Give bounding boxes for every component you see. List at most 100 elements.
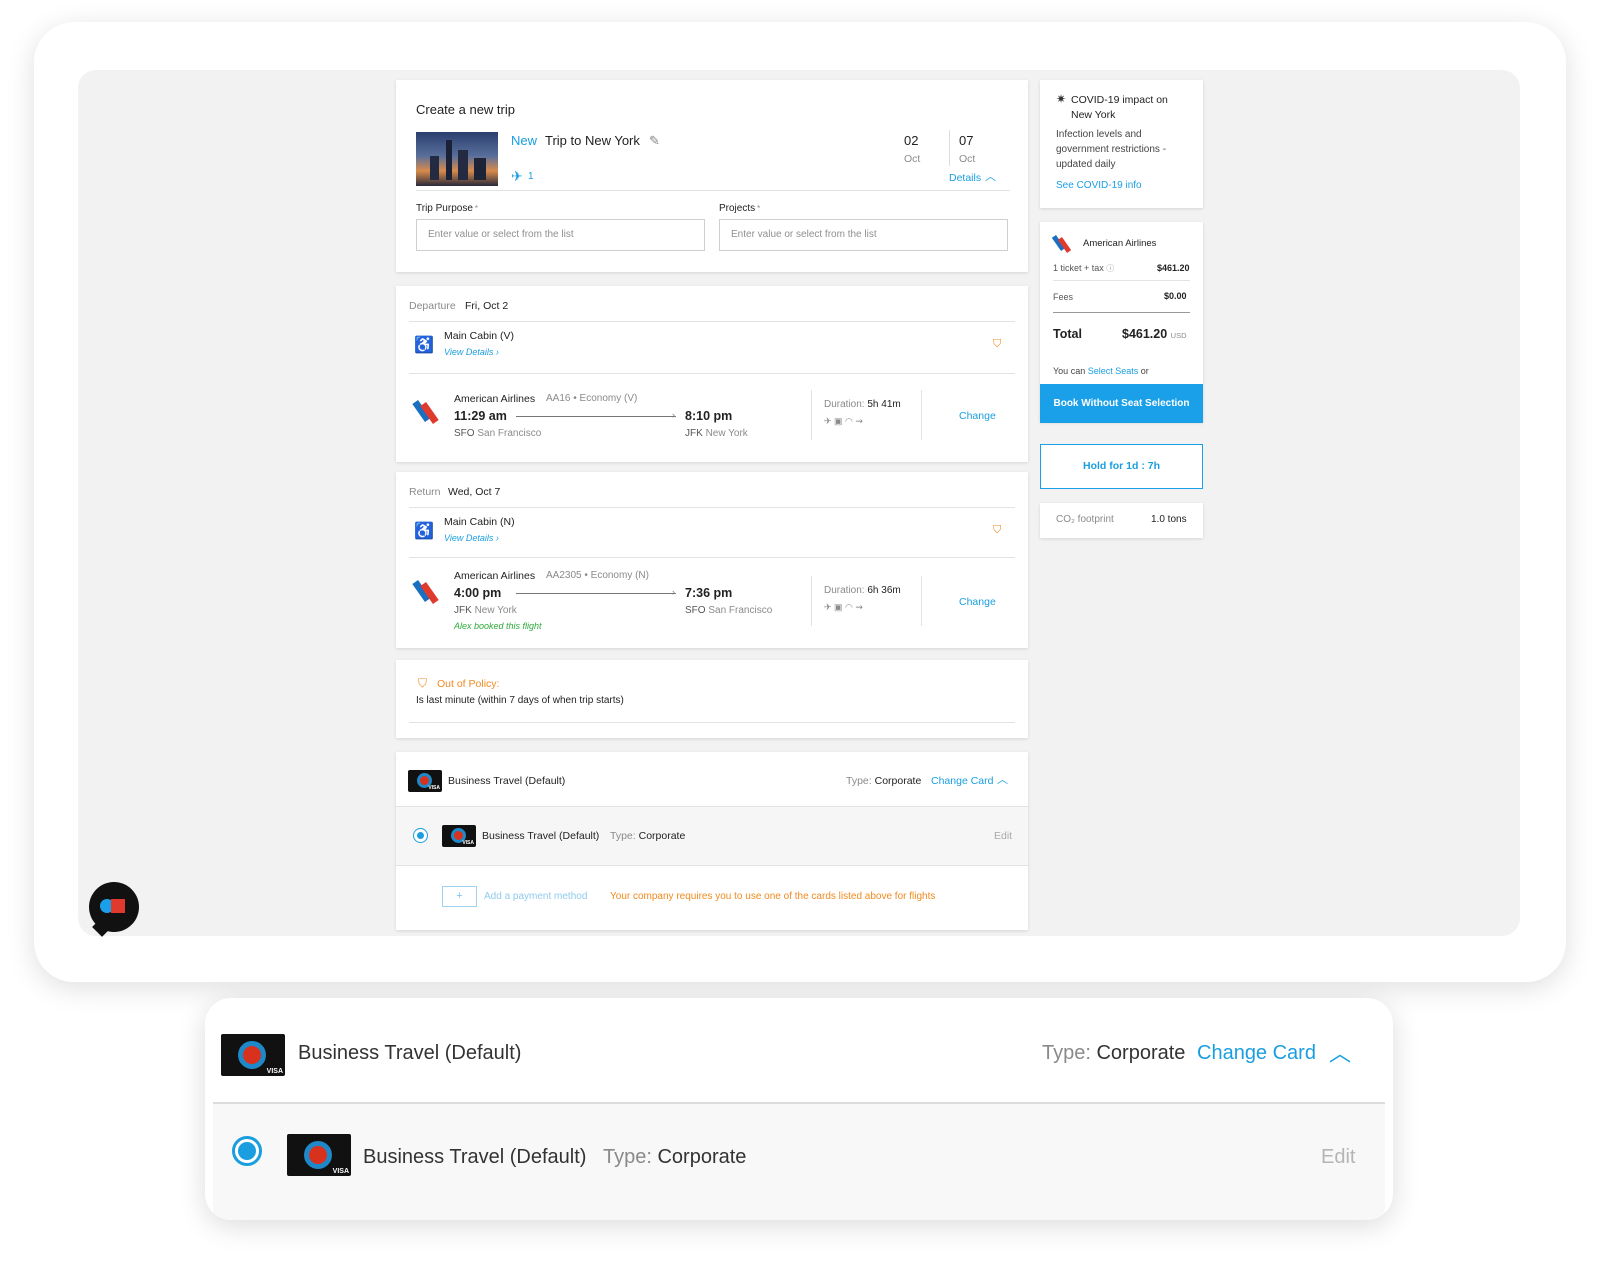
- departure-duration: Duration: 5h 41m: [824, 399, 901, 410]
- departure-change-button[interactable]: Change: [959, 410, 996, 422]
- summary-airline: American Airlines: [1083, 238, 1157, 249]
- booked-note: Alex booked this flight: [454, 621, 542, 631]
- policy-reason: Is last minute (within 7 days of when tr…: [416, 695, 624, 706]
- credit-card-icon: VISA: [287, 1134, 351, 1176]
- trip-heading: Create a new trip: [416, 102, 515, 117]
- projects-input[interactable]: Enter value or select from the list: [719, 219, 1008, 251]
- departure-divider-2: [409, 373, 1015, 374]
- return-flight-info: AA2305 • Economy (N): [546, 570, 649, 581]
- duration-divider: [811, 390, 812, 440]
- change-divider: [921, 390, 922, 440]
- zoom-change-card-link[interactable]: Change Card: [1197, 1042, 1316, 1065]
- flight-arrow: [516, 416, 676, 417]
- fees-value: $0.00: [1164, 291, 1187, 301]
- return-duration: Duration: 6h 36m: [824, 585, 901, 596]
- credit-card-icon: VISA: [221, 1034, 285, 1076]
- credit-card-icon: VISA: [408, 770, 442, 792]
- return-change-button[interactable]: Change: [959, 596, 996, 608]
- chevron-up-icon[interactable]: ︿: [997, 771, 1008, 787]
- return-card: Return Wed, Oct 7 ♿ Main Cabin (N) View …: [396, 472, 1028, 648]
- start-day: 02: [904, 133, 919, 148]
- return-airline: American Airlines: [454, 570, 536, 582]
- zoom-card-name: Business Travel (Default): [298, 1042, 522, 1064]
- return-label: Return: [409, 486, 441, 498]
- policy-shield-icon: ⛉: [993, 338, 1002, 350]
- return-divider-2: [409, 557, 1015, 558]
- policy-card: ⛉ Out of Policy: Is last minute (within …: [396, 660, 1028, 738]
- edit-pencil-icon[interactable]: ✎: [649, 133, 660, 149]
- zoom-option-card-type: Type: Corporate: [603, 1146, 747, 1168]
- details-link[interactable]: Details: [949, 172, 981, 184]
- credit-card-icon: VISA: [442, 825, 476, 847]
- trip-purpose-input[interactable]: Enter value or select from the list: [416, 219, 705, 251]
- chat-red-square-icon: [111, 899, 125, 913]
- departure-cabin: Main Cabin (V): [444, 330, 515, 342]
- departure-label: Departure: [409, 300, 456, 312]
- change-divider: [921, 576, 922, 626]
- covid-body: Infection levels and government restrict…: [1056, 129, 1167, 170]
- zoomed-payment-panel: VISA Business Travel (Default) Type: Cor…: [205, 998, 1393, 1220]
- fees-label: Fees: [1053, 292, 1074, 302]
- ticket-value: $461.20: [1157, 263, 1190, 273]
- change-card-link[interactable]: Change Card: [931, 775, 993, 787]
- book-without-seat-button[interactable]: Book Without Seat Selection: [1040, 384, 1203, 423]
- seat-icon: ♿: [414, 337, 434, 354]
- add-payment-link[interactable]: Add a payment method: [484, 891, 587, 902]
- purpose-label: Trip Purpose *: [416, 203, 478, 214]
- summary-divider-2: [1053, 312, 1190, 313]
- co2-label: CO₂ footprint: [1056, 514, 1114, 525]
- plane-icon: ✈: [511, 168, 523, 184]
- new-trip-badge: New: [511, 133, 538, 148]
- departure-dep-airport: SFO San Francisco: [454, 428, 542, 439]
- card-option-row[interactable]: VISA Business Travel (Default) Type: Cor…: [396, 807, 1028, 865]
- payment-divider-2: [396, 865, 1028, 866]
- policy-title: Out of Policy:: [437, 678, 500, 690]
- total-value: $461.20 USD: [1122, 327, 1187, 341]
- hold-button[interactable]: Hold for 1d : 7h: [1040, 444, 1203, 489]
- departure-dep-time: 11:29 am: [454, 409, 507, 423]
- trip-name[interactable]: Trip to New York: [545, 133, 640, 148]
- departure-airline: American Airlines: [454, 393, 536, 405]
- card-radio-selected[interactable]: [232, 1136, 262, 1166]
- zoom-option-card-name: Business Travel (Default): [363, 1146, 587, 1168]
- traveler-count: 1: [528, 171, 534, 182]
- zoom-edit-link[interactable]: Edit: [1321, 1146, 1355, 1169]
- departure-view-details[interactable]: View Details ›: [444, 347, 499, 357]
- amenities-icons: ✈ ▣ ◠ ⇝: [824, 602, 863, 612]
- return-dep-airport: JFK New York: [454, 605, 517, 616]
- covid-title: COVID-19 impact on New York: [1071, 94, 1168, 121]
- payment-card-type: Type: Corporate: [846, 775, 922, 787]
- virus-icon: ✷: [1056, 92, 1067, 106]
- select-seats-link[interactable]: Select Seats: [1088, 366, 1139, 376]
- add-payment-icon[interactable]: +: [442, 886, 477, 907]
- duration-divider: [811, 576, 812, 626]
- return-view-details[interactable]: View Details ›: [444, 533, 499, 543]
- zoom-card-option-row[interactable]: VISA Business Travel (Default) Type: Cor…: [213, 1104, 1385, 1220]
- chevron-up-icon[interactable]: ︿: [1329, 1036, 1351, 1068]
- trip-city-image: [416, 132, 498, 186]
- summary-divider: [1053, 280, 1190, 281]
- covid-card: ✷ COVID-19 impact on New York Infection …: [1040, 80, 1203, 208]
- airline-logo-icon: [1051, 234, 1072, 253]
- chat-button[interactable]: [89, 882, 139, 937]
- co2-value: 1.0 tons: [1151, 514, 1187, 525]
- total-label: Total: [1053, 327, 1082, 341]
- return-date: Wed, Oct 7: [448, 486, 501, 498]
- chevron-up-icon[interactable]: ︿: [985, 168, 996, 184]
- departure-card: Departure Fri, Oct 2 ♿ Main Cabin (V) Vi…: [396, 286, 1028, 462]
- departure-divider: [409, 321, 1015, 322]
- flight-arrow: [516, 593, 676, 594]
- policy-warning-icon: ⛉: [418, 676, 428, 690]
- edit-card-link[interactable]: Edit: [994, 830, 1012, 842]
- end-month: Oct: [959, 153, 976, 165]
- airline-logo-icon: [412, 398, 440, 425]
- return-arr-airport: SFO San Francisco: [685, 605, 773, 616]
- card-radio-selected[interactable]: [413, 828, 428, 843]
- option-card-name: Business Travel (Default): [482, 830, 600, 842]
- return-dep-time: 4:00 pm: [454, 586, 502, 600]
- covid-info-link[interactable]: See COVID-19 info: [1056, 180, 1142, 191]
- info-icon[interactable]: ⓘ: [1106, 264, 1114, 273]
- seats-note: You can Select Seats or: [1053, 366, 1149, 376]
- arrow-head-icon: ›: [672, 587, 675, 597]
- trip-divider: [416, 190, 1010, 191]
